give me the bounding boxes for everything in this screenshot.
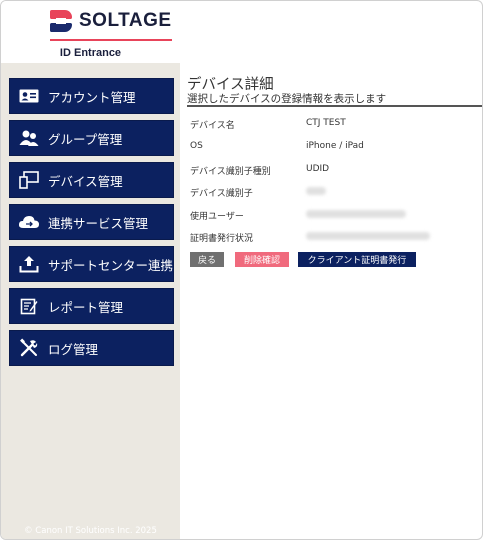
field-label: デバイス名 [190, 121, 235, 131]
cloud-icon [18, 211, 40, 233]
sidebar-item-label: アカウント管理 [48, 89, 136, 105]
sidebar-item-log[interactable]: ログ管理 [9, 330, 174, 366]
sidebar: アカウント管理 グループ管理 デバイス管理 連携サービス管理 サポートセンター連… [1, 63, 180, 539]
sidebar-item-label: サポートセンター連携 [47, 257, 173, 273]
field-label: デバイス識別子種別 [190, 167, 271, 177]
redacted-value [306, 187, 326, 195]
sidebar-item-report[interactable]: レポート管理 [9, 288, 174, 324]
field-label: デバイス識別子 [190, 189, 253, 199]
page-subtitle: 選択したデバイスの登録情報を表示します [187, 93, 387, 105]
logo-text: SOLTAGE [79, 10, 172, 31]
sidebar-item-service[interactable]: 連携サービス管理 [9, 204, 174, 240]
issue-client-cert-button[interactable]: クライアント証明書発行 [298, 252, 416, 267]
sidebar-item-label: デバイス管理 [48, 173, 123, 189]
delete-confirm-button[interactable]: 削除確認 [235, 252, 289, 267]
soltage-logo-icon [50, 10, 72, 32]
product-name: ID Entrance [59, 47, 122, 59]
field-value: UDID [306, 164, 330, 174]
devices-icon [18, 169, 40, 191]
sidebar-item-group[interactable]: グループ管理 [9, 120, 174, 156]
sidebar-item-label: 連携サービス管理 [48, 215, 149, 231]
sidebar-item-account[interactable]: アカウント管理 [9, 78, 174, 114]
upload-icon [18, 253, 40, 275]
sidebar-item-label: グループ管理 [48, 131, 123, 147]
field-label: 証明書発行状況 [190, 234, 254, 244]
logo-underline [50, 39, 172, 41]
redacted-value [306, 232, 430, 240]
sidebar-item-device[interactable]: デバイス管理 [9, 162, 174, 198]
app-frame: SOLTAGE ID Entrance アカウント管理 グループ管理 デバイス管… [0, 0, 483, 540]
redacted-value [306, 210, 406, 218]
logo: SOLTAGE [50, 8, 172, 34]
sidebar-item-label: レポート管理 [48, 299, 124, 315]
copyright: © Canon IT Solutions Inc. 2025 [24, 526, 157, 536]
field-value: CTJ TEST [306, 118, 346, 128]
field-label: 使用ユーザー [190, 212, 244, 222]
sidebar-item-label: ログ管理 [48, 341, 99, 357]
users-icon [18, 127, 40, 149]
tools-icon [18, 337, 40, 359]
id-card-icon [18, 85, 40, 107]
field-label: OS [190, 141, 203, 151]
title-divider [187, 105, 482, 107]
field-value: iPhone / iPad [306, 141, 364, 151]
back-button[interactable]: 戻る [190, 252, 224, 267]
sidebar-item-support[interactable]: サポートセンター連携 [9, 246, 174, 282]
report-icon [18, 295, 40, 317]
